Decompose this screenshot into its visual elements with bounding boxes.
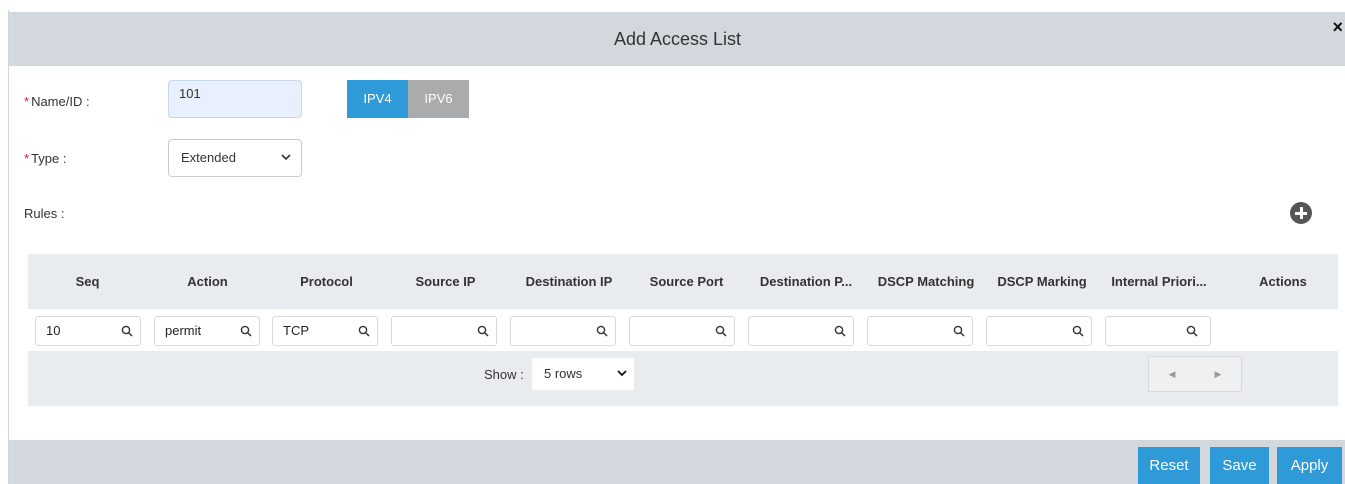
type-label: * Type : [24,151,66,166]
add-rule-icon[interactable] [1290,202,1312,224]
dialog-footer: Reset Save Apply [9,440,1345,484]
dialog-header: Add Access List × [9,12,1345,66]
search-icon[interactable] [1072,317,1084,337]
dscp-marking-filter-input[interactable] [986,316,1092,346]
column-header-internal-priority[interactable]: Internal Priori... [1103,254,1215,309]
required-marker: * [24,94,30,109]
search-icon[interactable] [834,317,846,337]
dscp-matching-filter-input[interactable] [867,316,973,346]
search-icon[interactable] [953,317,965,337]
action-filter-value: permit [165,323,202,338]
column-header-source-port[interactable]: Source Port [633,254,740,309]
source-ip-filter-input[interactable] [391,316,497,346]
rows-per-page-value: 5 rows [544,366,583,381]
column-header-source-ip[interactable]: Source IP [395,254,496,309]
rules-label: Rules : [24,206,65,221]
reset-button[interactable]: Reset [1138,447,1200,484]
filter-row: 10 permit TCP [28,309,1338,351]
chevron-down-icon [280,140,292,190]
ipv4-button[interactable]: IPV4 [347,80,408,118]
pagination: ◀ ▶ [1148,356,1242,392]
column-header-actions: Actions [1259,274,1307,289]
search-icon[interactable] [715,317,727,337]
name-id-input[interactable] [168,80,302,118]
show-rows-label: Show : [484,367,524,382]
column-header-action[interactable]: Action [157,254,258,309]
ip-version-toggle: IPV4 IPV6 [347,80,469,118]
dialog-title: Add Access List [613,29,742,49]
seq-filter-input[interactable]: 10 [35,316,141,346]
next-page-icon[interactable]: ▶ [1195,357,1241,391]
search-icon[interactable] [596,317,608,337]
ipv6-button[interactable]: IPV6 [408,80,469,118]
column-header-destination-ip[interactable]: Destination IP [514,254,624,309]
apply-button[interactable]: Apply [1277,447,1342,484]
destination-ip-filter-input[interactable] [510,316,616,346]
search-icon[interactable] [477,317,489,337]
search-icon[interactable] [121,317,133,337]
protocol-filter-value: TCP [283,323,309,338]
seq-filter-value: 10 [46,323,61,338]
type-select[interactable]: Extended [168,139,302,177]
column-header-dscp-matching[interactable]: DSCP Matching [871,254,981,309]
protocol-filter-input[interactable]: TCP [272,316,378,346]
search-icon[interactable] [358,317,370,337]
close-icon[interactable]: × [1332,18,1343,36]
search-icon[interactable] [240,317,252,337]
column-header-seq[interactable]: Seq [40,254,135,309]
previous-page-icon[interactable]: ◀ [1149,357,1195,391]
table-footer: Show : 5 rows ◀ ▶ [28,351,1338,406]
internal-priority-filter-input[interactable] [1105,316,1211,346]
type-select-value: Extended [181,150,236,165]
type-label-text: Type : [31,151,67,166]
rows-per-page-select[interactable]: 5 rows [532,358,634,390]
save-button[interactable]: Save [1210,447,1269,484]
add-access-list-dialog: Add Access List × *Name/ID : IPV4 IPV6 *… [8,10,1345,484]
name-id-label-text: Name/ID : [31,94,90,109]
rules-table: Seq Action Protocol Source IP Destinatio… [28,254,1338,406]
source-port-filter-input[interactable] [629,316,735,346]
table-header: Seq Action Protocol Source IP Destinatio… [28,254,1338,309]
action-filter-input[interactable]: permit [154,316,260,346]
search-icon[interactable] [1186,317,1198,337]
name-id-label: * Name/ID : [24,94,90,109]
column-header-dscp-marking[interactable]: DSCP Marking [989,254,1095,309]
column-header-destination-port[interactable]: Destination P... [748,254,864,309]
chevron-down-icon [616,358,628,402]
column-header-protocol[interactable]: Protocol [276,254,377,309]
destination-port-filter-input[interactable] [748,316,854,346]
required-marker: * [24,151,30,166]
